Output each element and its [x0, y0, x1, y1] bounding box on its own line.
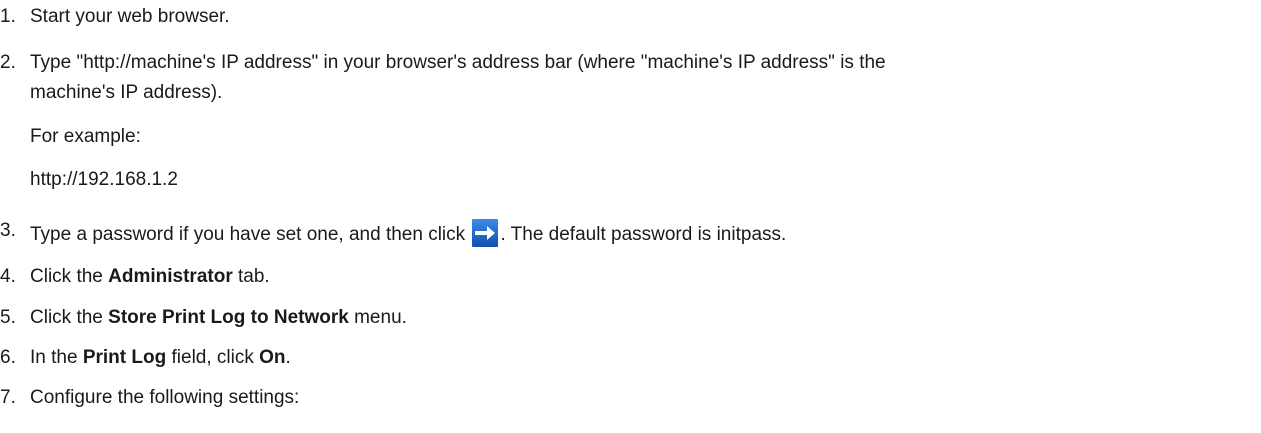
ui-term-on: On [259, 347, 286, 368]
text-segment: tab. [232, 266, 270, 287]
step-text: Click the Administrator tab. [30, 265, 1240, 289]
example-label: For example: [30, 126, 141, 147]
ui-term-store-print-log: Store Print Log to Network [108, 307, 349, 328]
arrow-right-icon [472, 219, 499, 247]
text-segment: . [285, 347, 291, 368]
text-segment: In the [30, 347, 83, 368]
example-url: http://192.168.1.2 [30, 169, 178, 190]
ui-term-administrator: Administrator [108, 266, 233, 287]
step-2-line-2: machine's IP address). [30, 82, 223, 103]
ui-term-print-log: Print Log [82, 347, 167, 368]
step-number: 4. [0, 266, 16, 287]
step-text: Start your web browser. [30, 6, 230, 27]
step-text-after-icon: . The default password is initpass. [500, 224, 787, 245]
text-segment: Click the [30, 307, 109, 328]
step-text: Configure the following settings: [30, 387, 300, 408]
text-segment: Click the [30, 266, 109, 287]
text-segment: field, click [166, 347, 260, 368]
step-number: 3. [0, 220, 16, 241]
text-segment: menu. [348, 307, 407, 328]
step-text-before-icon: Type a password if you have set one, and… [30, 224, 471, 245]
step-number: 1. [0, 6, 16, 27]
step-text: Type a password if you have set one, and… [30, 219, 1240, 247]
step-number: 5. [0, 307, 16, 328]
step-text-line-1: Type "http://machine's IP address" in yo… [30, 52, 886, 73]
step-text: Type "http://machine's IP address" in yo… [30, 51, 1240, 75]
step-number: 7. [0, 387, 16, 408]
step-text: Click the Store Print Log to Network men… [30, 306, 1240, 330]
step-number: 2. [0, 52, 16, 73]
step-number: 6. [0, 347, 16, 368]
step-text: In the Print Log field, click On. [30, 346, 1240, 370]
